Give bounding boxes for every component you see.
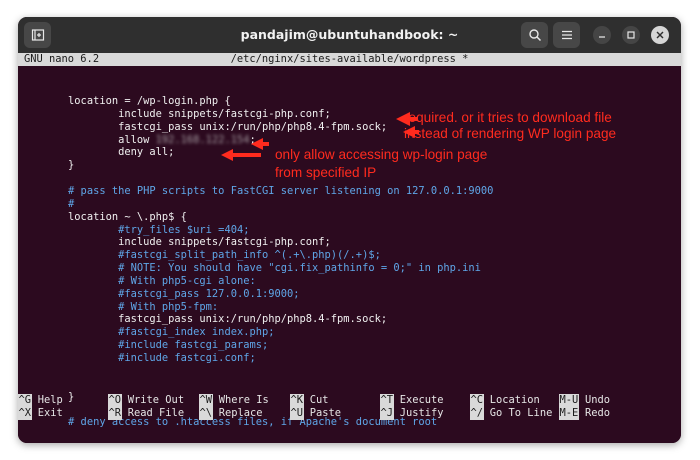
shortcut-replace[interactable]: ^\ Replace: [199, 407, 263, 420]
menu-button[interactable]: [553, 22, 580, 48]
close-button[interactable]: [651, 26, 669, 44]
maximize-icon: [627, 31, 635, 39]
arrow-icon: [221, 149, 261, 161]
minimize-icon: [599, 36, 605, 38]
shortcut-location[interactable]: ^C Location: [470, 394, 540, 407]
shortcut-read-file[interactable]: ^R Read File: [108, 407, 184, 420]
shortcut-undo[interactable]: M-U Undo: [559, 394, 610, 407]
search-button[interactable]: [521, 22, 548, 48]
shortcut-where-is[interactable]: ^W Where Is: [199, 394, 269, 407]
maximize-button[interactable]: [622, 26, 640, 44]
search-icon: [528, 29, 541, 42]
minimize-button[interactable]: [593, 26, 611, 44]
terminal-window: pandajim@ubuntuhandbook: ~ GNU nano 6.2 …: [18, 17, 681, 443]
shortcut-cut[interactable]: ^K Cut: [290, 394, 329, 407]
shortcut-go-to-line[interactable]: ^/ Go To Line: [470, 407, 552, 420]
shortcut-help[interactable]: ^G Help: [18, 394, 63, 407]
shortcut-execute[interactable]: ^T Execute: [380, 394, 444, 407]
shortcut-write-out[interactable]: ^O Write Out: [108, 394, 184, 407]
shortcut-paste[interactable]: ^U Paste: [290, 407, 341, 420]
arrow-icon: [251, 138, 269, 150]
title-bar: pandajim@ubuntuhandbook: ~: [18, 17, 681, 53]
shortcut-exit[interactable]: ^X Exit: [18, 407, 63, 420]
shortcut-redo[interactable]: M-E Redo: [559, 407, 610, 420]
terminal-area[interactable]: GNU nano 6.2 /etc/nginx/sites-available/…: [18, 53, 681, 443]
annotation-note-required: required. or it tries to download file: [404, 110, 612, 125]
annotation-note-allow-2: from specified IP: [275, 165, 377, 180]
close-icon: [656, 31, 664, 39]
annotation-note-required-2: instead of rendering WP login page: [404, 126, 617, 141]
shortcut-justify[interactable]: ^J Justify: [380, 407, 444, 420]
hamburger-menu-icon: [561, 30, 572, 40]
annotation-note-allow: only allow accessing wp-login page: [275, 147, 488, 162]
window-title: pandajim@ubuntuhandbook: ~: [240, 27, 459, 42]
